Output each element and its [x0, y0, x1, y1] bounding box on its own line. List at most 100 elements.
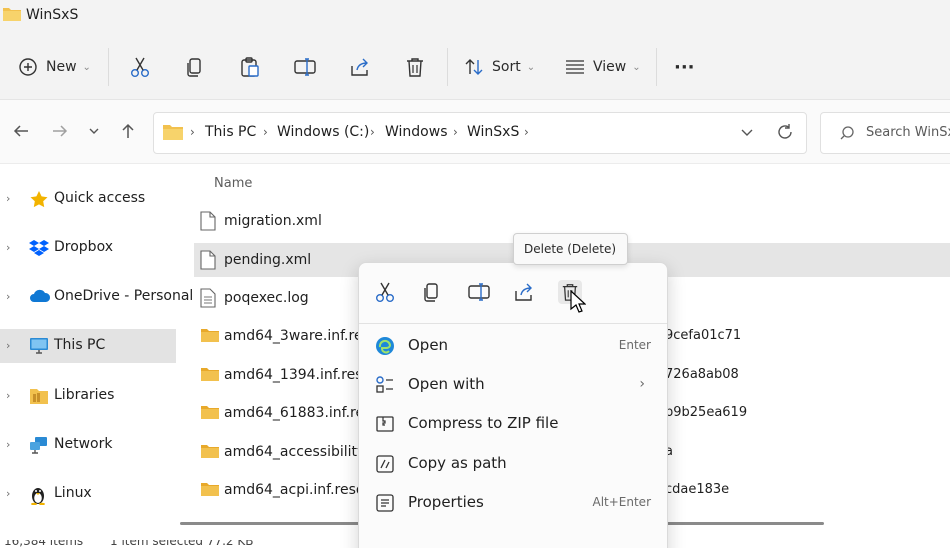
expand-chevron-icon[interactable]: › [6, 339, 10, 352]
expand-chevron-icon[interactable]: › [6, 192, 10, 205]
new-label: New [46, 59, 77, 75]
share-icon[interactable] [512, 280, 536, 304]
share-icon [351, 58, 368, 76]
rename-icon[interactable] [467, 280, 491, 304]
more-options-button[interactable]: ··· [674, 50, 695, 84]
cut-icon[interactable] [373, 280, 397, 304]
expand-chevron-icon[interactable]: › [6, 241, 10, 254]
zip-icon [375, 414, 397, 434]
expand-chevron-icon[interactable]: › [6, 290, 10, 303]
dropbox-icon [29, 239, 49, 257]
file-name: migration.xml [224, 213, 322, 229]
breadcrumb-separator: › [263, 125, 268, 139]
search-placeholder: Search WinSxS [866, 125, 950, 140]
sort-icon [465, 59, 483, 75]
search-box[interactable]: Search WinSxS [820, 112, 950, 154]
breadcrumb-separator: › [453, 125, 458, 139]
sidebar-item-label: OneDrive - Personal [54, 288, 194, 304]
navigation-pane: › Quick access › Dropbox › OneDrive - Pe… [0, 164, 193, 540]
column-header-name[interactable]: Name [214, 176, 252, 191]
menu-item-label: Compress to ZIP file [408, 414, 559, 432]
menu-item-label: Open with [408, 375, 485, 393]
view-button[interactable]: View ⌄ [565, 50, 641, 84]
back-arrow-icon[interactable] [12, 122, 30, 144]
sidebar-item-network[interactable]: › Network [0, 428, 176, 462]
menu-item-label: Copy as path [408, 454, 507, 472]
document-icon [200, 250, 218, 270]
selection-info: 1 item selected 77.2 KB [110, 540, 254, 548]
sidebar-item-label: Dropbox [54, 239, 113, 255]
star-icon [29, 190, 49, 208]
sidebar-item-label: This PC [54, 337, 106, 353]
folder-icon [200, 365, 219, 385]
recent-chevron-icon[interactable] [88, 125, 100, 140]
refresh-icon[interactable] [776, 123, 794, 145]
cut-button[interactable] [130, 50, 150, 84]
sidebar-item-linux[interactable]: › Linux [0, 477, 176, 511]
item-count: 16,384 items [4, 540, 84, 548]
chevron-down-icon: ⌄ [632, 61, 641, 73]
menu-item-label: Open [408, 336, 449, 354]
breadcrumb-separator: › [370, 125, 375, 139]
breadcrumb-winsxs[interactable]: WinSxS [467, 124, 519, 140]
chevron-down-icon: ⌄ [82, 61, 91, 73]
submenu-arrow-icon: › [639, 376, 645, 392]
menu-item-shortcut: Alt+Enter [592, 495, 651, 509]
menu-item-copy-as-path[interactable]: Copy as path [367, 446, 659, 482]
share-button[interactable] [349, 50, 371, 84]
up-arrow-icon[interactable] [119, 122, 137, 144]
copy-path-icon [375, 454, 397, 474]
sidebar-item-this-pc[interactable]: › This PC [0, 329, 176, 363]
toolbar-divider [108, 48, 109, 86]
breadcrumb-this-pc[interactable]: This PC [205, 124, 256, 140]
menu-item-label: Properties [408, 493, 484, 511]
open-with-icon [375, 375, 397, 395]
expand-chevron-icon[interactable]: › [6, 487, 10, 500]
paste-icon [241, 57, 259, 77]
breadcrumb-windows-c[interactable]: Windows (C:) [277, 124, 369, 140]
paste-button[interactable] [240, 50, 260, 84]
rename-button[interactable] [294, 50, 316, 84]
folder-detail: cdae183e [665, 482, 730, 497]
address-dropdown-icon[interactable] [740, 127, 754, 142]
title-bar: WinSxS [0, 0, 950, 32]
sidebar-item-libraries[interactable]: › Libraries [0, 379, 176, 413]
folder-name: amd64_acpi.inf.resour [224, 482, 380, 498]
forward-arrow-icon[interactable] [51, 122, 69, 144]
window-title: WinSxS [26, 7, 79, 23]
sidebar-item-dropbox[interactable]: › Dropbox [0, 231, 176, 265]
sidebar-item-onedrive[interactable]: › OneDrive - Personal [0, 280, 193, 314]
menu-item-compress-zip[interactable]: Compress to ZIP file [367, 406, 659, 442]
folder-detail: 726a8ab08 [665, 367, 739, 382]
copy-button[interactable] [186, 50, 204, 84]
folder-icon [200, 442, 219, 462]
breadcrumb-windows[interactable]: Windows [385, 124, 448, 140]
sidebar-item-quick-access[interactable]: › Quick access [0, 182, 176, 216]
scissors-icon [131, 57, 149, 77]
expand-chevron-icon[interactable]: › [6, 438, 10, 451]
delete-tooltip: Delete (Delete) [513, 233, 628, 265]
network-icon [29, 436, 49, 454]
menu-item-open[interactable]: Open Enter [367, 328, 659, 364]
plus-circle-icon [19, 58, 37, 76]
new-button[interactable]: New ⌄ [18, 50, 91, 84]
copy-icon[interactable] [420, 280, 444, 304]
cloud-icon [29, 288, 51, 306]
log-file-icon [200, 288, 218, 308]
search-icon [839, 125, 855, 145]
delete-button[interactable] [405, 50, 425, 84]
breadcrumb-separator: › [190, 125, 195, 139]
folder-icon [162, 123, 184, 145]
menu-item-open-with[interactable]: Open with › [367, 367, 659, 403]
toolbar-divider [447, 48, 448, 86]
menu-item-properties[interactable]: Properties Alt+Enter [367, 485, 659, 521]
folder-icon [200, 403, 219, 423]
expand-chevron-icon[interactable]: › [6, 389, 10, 402]
sidebar-item-label: Quick access [54, 190, 146, 206]
breadcrumb-separator: › [524, 125, 529, 139]
toolbar-divider [656, 48, 657, 86]
address-bar[interactable]: › This PC › Windows (C:) › Windows › Win… [153, 112, 807, 154]
sort-button[interactable]: Sort ⌄ [464, 50, 535, 84]
more-icon: ··· [674, 56, 695, 78]
context-menu: Open Enter Open with › Compress to ZIP f… [358, 262, 668, 548]
